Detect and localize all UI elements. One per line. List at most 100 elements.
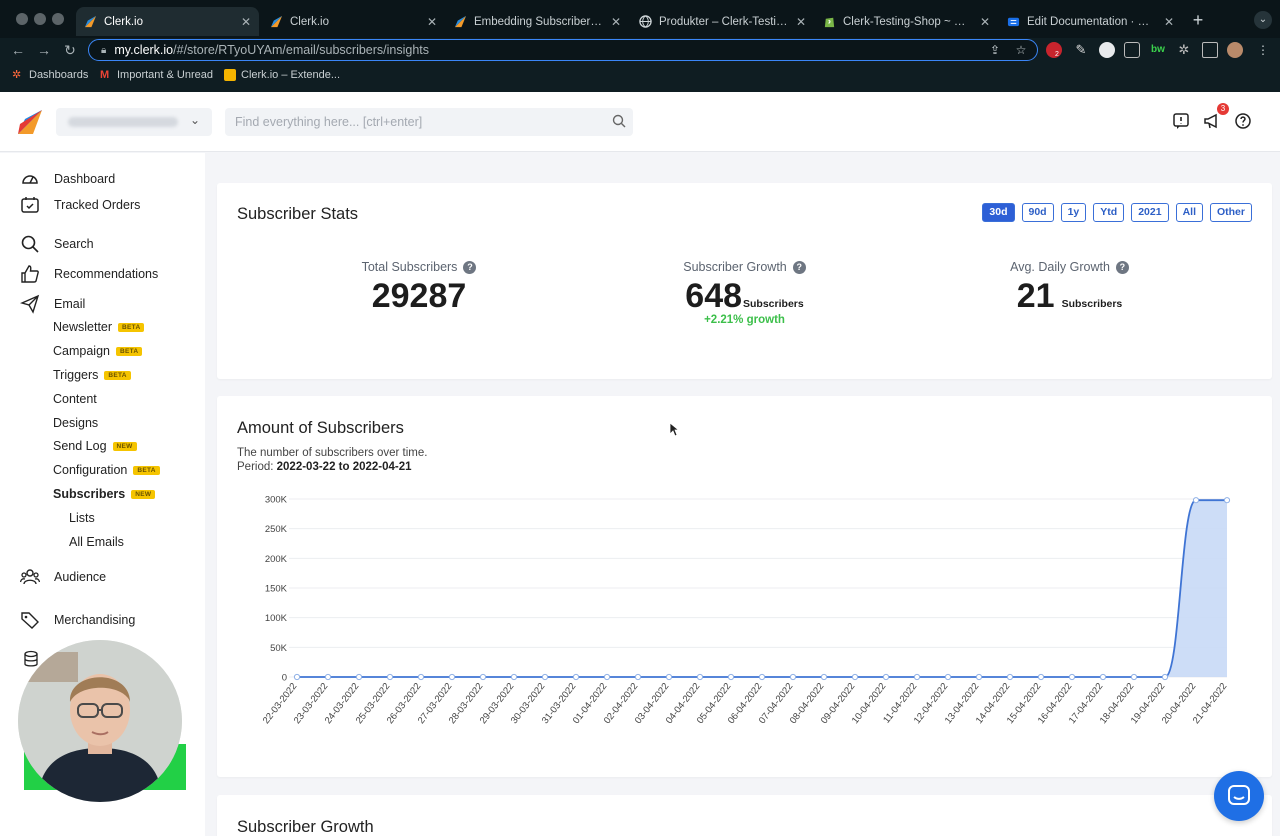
extension-shield-icon[interactable]	[1046, 42, 1062, 58]
browser-tab-2[interactable]: Clerk.io ✕	[262, 7, 445, 36]
range-ytd-button[interactable]: Ytd	[1093, 203, 1125, 222]
webcam-video	[18, 640, 182, 802]
browser-tab-1[interactable]: Clerk.io ✕	[76, 7, 259, 36]
tab-close-icon[interactable]: ✕	[1164, 15, 1174, 29]
global-search-input[interactable]	[225, 108, 633, 136]
feedback-icon[interactable]	[1172, 112, 1190, 130]
sidebar-item-email[interactable]: Email	[20, 294, 85, 314]
sidebar-item-dashboard[interactable]: Dashboard	[20, 169, 115, 189]
tab-close-icon[interactable]: ✕	[241, 15, 251, 29]
clerk-favicon-icon	[84, 15, 97, 28]
y-tick-label: 200K	[265, 554, 288, 565]
sidebar-item-recommendations[interactable]: Recommendations	[20, 264, 158, 284]
series-line	[297, 499, 1227, 678]
data-point	[355, 673, 363, 681]
browser-tab-6[interactable]: Edit Documentation · Readme ✕	[999, 7, 1182, 36]
bookmark-dashboards[interactable]: ✲ Dashboards	[12, 69, 88, 81]
sidebar-item-tracked-orders[interactable]: Tracked Orders	[20, 195, 140, 215]
tags-icon	[21, 612, 39, 629]
data-point	[417, 673, 425, 681]
sidebar-toggle-icon[interactable]	[1202, 42, 1218, 58]
tab-close-icon[interactable]: ✕	[980, 15, 990, 29]
store-selector[interactable]: ⌄	[56, 108, 212, 136]
data-point	[758, 673, 766, 681]
dashboard-icon	[22, 175, 38, 184]
browser-menu-icon[interactable]: ⋮	[1256, 43, 1270, 57]
sidebar-item-campaign[interactable]: Campaign BETA	[53, 344, 143, 358]
browser-tab-5[interactable]: Clerk-Testing-Shop ~ Edit ✕	[815, 7, 998, 36]
bookmark-important-unread[interactable]: M Important & Unread	[100, 69, 213, 81]
tab-search-icon[interactable]: ⌄	[1254, 11, 1272, 29]
data-point	[882, 673, 890, 681]
help-circle-icon[interactable]: ?	[463, 260, 477, 274]
data-point	[975, 673, 983, 681]
range-90d-button[interactable]: 90d	[1021, 203, 1054, 222]
browser-chrome: Clerk.io ✕ Clerk.io ✕ Embedding Subscrib…	[0, 0, 1280, 92]
pen-extension-icon[interactable]: ✎	[1073, 42, 1089, 58]
data-point	[293, 673, 301, 681]
chat-widget-button[interactable]	[1214, 771, 1264, 821]
green-extension-icon[interactable]: bw	[1150, 42, 1166, 58]
hubspot-icon: ✲	[12, 69, 22, 81]
data-point	[1161, 673, 1169, 681]
tab-close-icon[interactable]: ✕	[796, 15, 806, 29]
range-all-button[interactable]: All	[1175, 203, 1203, 222]
window-minimize-button[interactable]	[34, 13, 46, 25]
tab-close-icon[interactable]: ✕	[611, 15, 621, 29]
bookmark-clerk-extended[interactable]: Clerk.io – Extende...	[224, 69, 340, 81]
sidebar-item-subscribers[interactable]: Subscribers NEW	[53, 487, 156, 501]
sidebar-item-all-emails[interactable]: All Emails	[69, 535, 124, 549]
megaphone-icon[interactable]	[1203, 112, 1221, 130]
range-2021-button[interactable]: 2021	[1131, 203, 1169, 222]
card-title: Subscriber Growth	[237, 818, 374, 836]
subscribers-area-chart: 050K100K150K200K250K300K22-03-202223-03-…	[261, 495, 1231, 726]
data-point	[448, 673, 456, 681]
tab-close-icon[interactable]: ✕	[427, 15, 437, 29]
data-point	[696, 673, 704, 681]
notifications-badge: 3	[1217, 103, 1229, 115]
amount-of-subscribers-card: Amount of Subscribers The number of subs…	[217, 396, 1272, 777]
share-icon[interactable]: ⇪	[988, 43, 1002, 57]
help-icon[interactable]	[1234, 112, 1252, 130]
data-point	[1037, 673, 1045, 681]
sidebar-item-triggers[interactable]: Triggers BETA	[53, 368, 131, 382]
forward-icon[interactable]: →	[35, 41, 53, 59]
slides-icon	[224, 69, 236, 81]
presenter-portrait	[18, 640, 182, 802]
sidebar-item-lists[interactable]: Lists	[69, 511, 95, 525]
data-point	[665, 673, 673, 681]
total-subscribers-stat: Total Subscribers? 29287	[319, 260, 519, 314]
data-point	[1099, 673, 1107, 681]
window-zoom-button[interactable]	[52, 13, 64, 25]
range-other-button[interactable]: Other	[1209, 203, 1252, 222]
clerk-logo-icon[interactable]	[16, 108, 44, 136]
sidebar-item-content[interactable]: Content	[53, 392, 97, 406]
address-bar[interactable]: 🔒︎ my.clerk.io/#/store/RTyoUYAm/email/su…	[88, 39, 1038, 61]
sidebar-item-designs[interactable]: Designs	[53, 416, 98, 430]
sidebar-item-merchandising[interactable]: Merchandising	[20, 610, 135, 630]
new-tab-button[interactable]: +	[1188, 11, 1208, 31]
sidebar-item-send-log[interactable]: Send Log NEW	[53, 439, 137, 453]
profile-avatar[interactable]	[1227, 42, 1243, 58]
range-30d-button[interactable]: 30d	[982, 203, 1015, 222]
beta-badge: BETA	[104, 370, 131, 380]
browser-tab-3[interactable]: Embedding Subscriber Form ✕	[446, 7, 629, 36]
help-circle-icon[interactable]: ?	[792, 260, 806, 274]
sidebar-item-audience[interactable]: Audience	[20, 567, 106, 587]
circle-extension-icon[interactable]	[1099, 42, 1115, 58]
search-icon[interactable]	[612, 114, 626, 128]
bookmark-star-icon[interactable]: ☆	[1014, 43, 1028, 57]
reload-icon[interactable]: ↻	[61, 41, 79, 59]
help-circle-icon[interactable]: ?	[1115, 260, 1129, 274]
back-icon[interactable]: ←	[9, 41, 27, 59]
sidebar-item-newsletter[interactable]: Newsletter BETA	[53, 320, 145, 334]
browser-tab-4[interactable]: Produkter – Clerk-Testing-S ✕	[631, 7, 814, 36]
puzzle-icon[interactable]: ✲	[1176, 42, 1192, 58]
readme-icon	[1007, 17, 1020, 27]
window-close-button[interactable]	[16, 13, 28, 25]
sidebar-item-configuration[interactable]: Configuration BETA	[53, 463, 160, 477]
range-1y-button[interactable]: 1y	[1060, 203, 1087, 222]
screen-extension-icon[interactable]	[1124, 42, 1140, 58]
sidebar-item-search[interactable]: Search	[20, 234, 94, 254]
data-point	[386, 673, 394, 681]
